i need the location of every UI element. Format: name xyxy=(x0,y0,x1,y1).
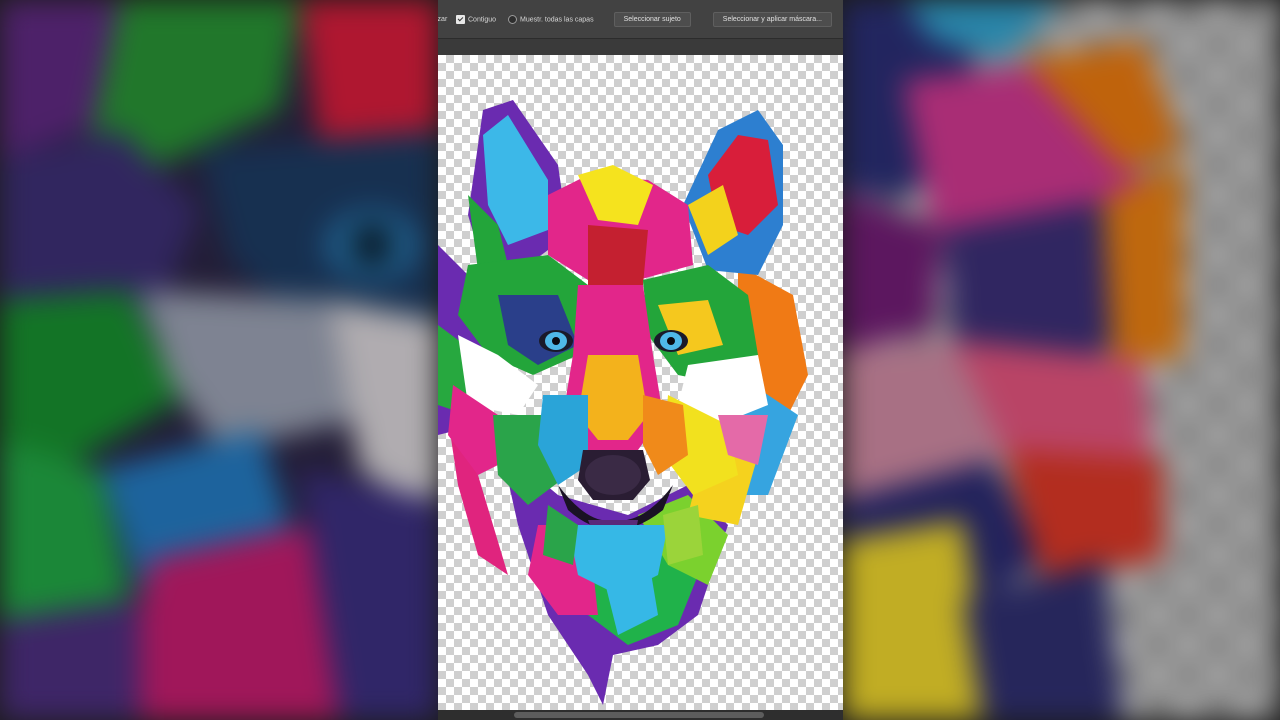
sample-all-layers-checkbox[interactable] xyxy=(508,14,518,24)
blurred-background-left xyxy=(0,0,438,720)
truncated-option-label: izar xyxy=(438,15,448,23)
sample-all-layers-option[interactable]: Muestr. todas las capas xyxy=(508,14,594,24)
contiguous-option[interactable]: Contiguo xyxy=(456,14,497,24)
document-canvas[interactable] xyxy=(438,55,843,710)
wolf-head-illustration xyxy=(438,100,808,705)
scrollbar-thumb[interactable] xyxy=(514,712,764,718)
options-bar: izar Contiguo Muestr. todas las capas Se… xyxy=(438,0,843,39)
horizontal-scrollbar[interactable] xyxy=(438,710,843,720)
select-and-mask-button[interactable]: Seleccionar y aplicar máscara... xyxy=(712,11,832,27)
zoomed-wolf-right-art xyxy=(843,0,1183,720)
workspace[interactable] xyxy=(438,39,843,720)
sample-all-layers-label: Muestr. todas las capas xyxy=(520,15,594,23)
blurred-background-right xyxy=(843,0,1280,720)
contiguous-checkbox[interactable] xyxy=(456,14,465,24)
contiguous-label: Contiguo xyxy=(468,15,497,23)
zoomed-wolf-left-art xyxy=(0,0,438,720)
photoshop-window: izar Contiguo Muestr. todas las capas Se… xyxy=(438,0,843,720)
select-subject-button[interactable]: Seleccionar sujeto xyxy=(613,11,691,27)
